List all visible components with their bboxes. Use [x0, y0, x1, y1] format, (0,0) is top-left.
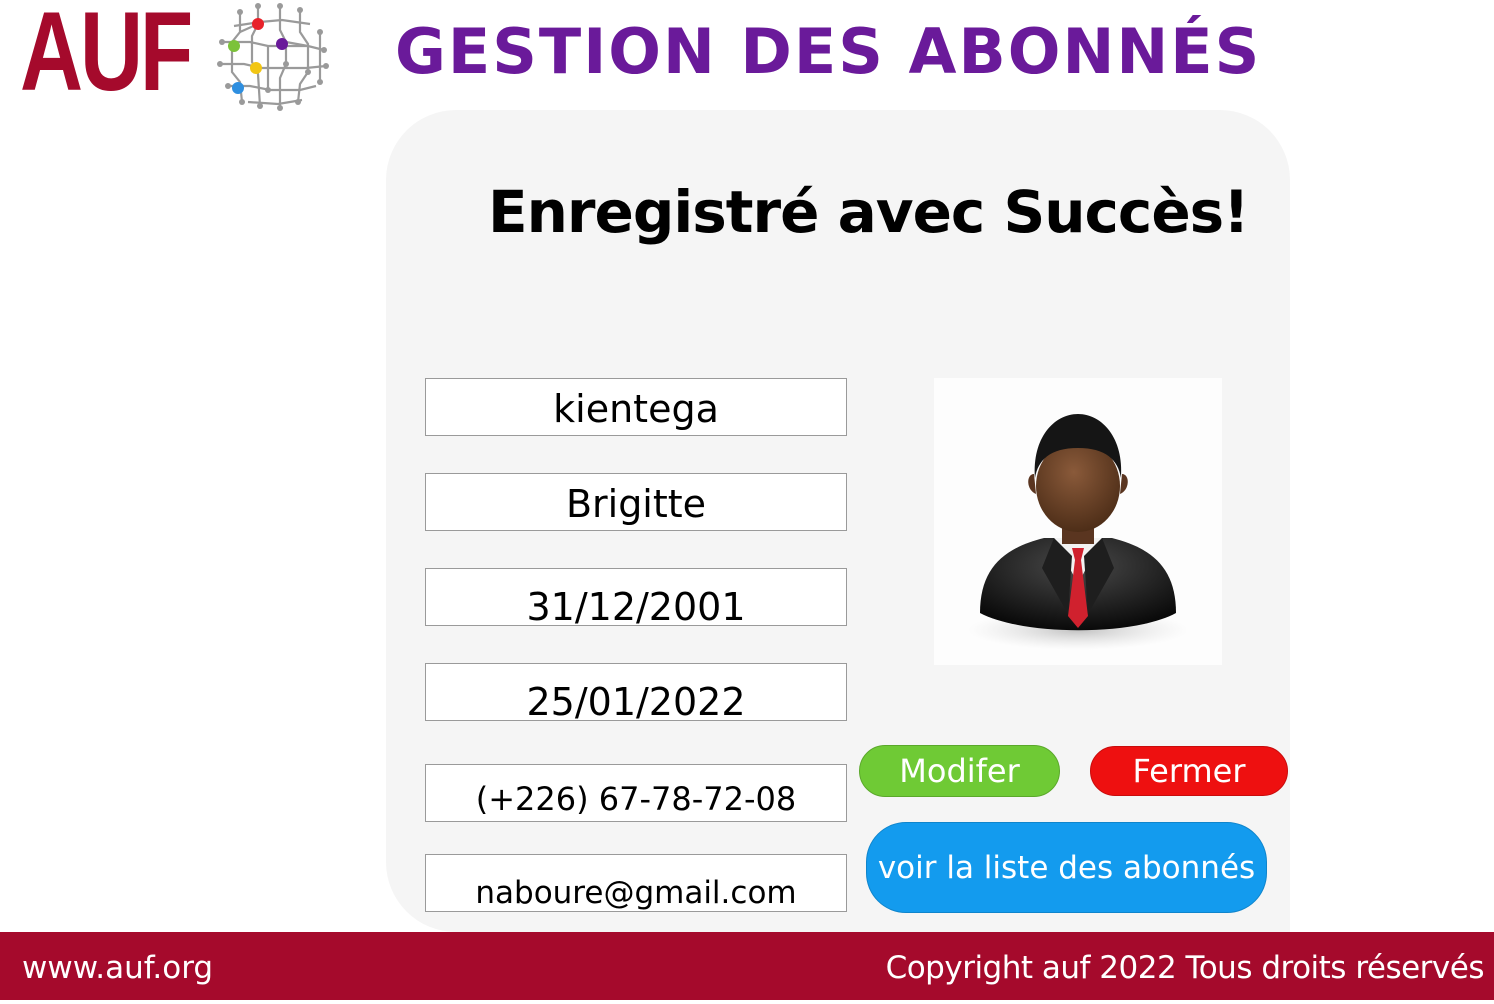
- modify-button[interactable]: Modifer: [859, 745, 1060, 797]
- date-naissance-field[interactable]: 31/12/2001: [425, 568, 847, 626]
- prenom-field[interactable]: Brigitte: [425, 473, 847, 531]
- close-button[interactable]: Fermer: [1090, 746, 1288, 796]
- logo-text: AUF: [20, 0, 193, 114]
- page-title: GESTION DES ABONNÉS: [395, 15, 1262, 88]
- telephone-field[interactable]: (+226) 67-78-72-08: [425, 764, 847, 822]
- date-inscription-field[interactable]: 25/01/2022: [425, 663, 847, 721]
- email-field[interactable]: naboure@gmail.com: [425, 854, 847, 912]
- globe-network-icon: [217, 3, 329, 111]
- website-link[interactable]: www.auf.org: [22, 932, 213, 1004]
- view-subscribers-list-button[interactable]: voir la liste des abonnés: [866, 822, 1267, 913]
- copyright-text: Copyright auf 2022 Tous droits réservés: [885, 950, 1485, 986]
- subscriber-photo: [934, 378, 1222, 665]
- auf-logo: AUF: [20, 0, 330, 114]
- nom-field[interactable]: kientega: [425, 378, 847, 436]
- footer: www.auf.org Copyright auf 2022 Tous droi…: [0, 932, 1494, 1000]
- avatar-businessman-icon: [968, 414, 1188, 650]
- success-heading: Enregistré avec Succès!: [488, 178, 1250, 246]
